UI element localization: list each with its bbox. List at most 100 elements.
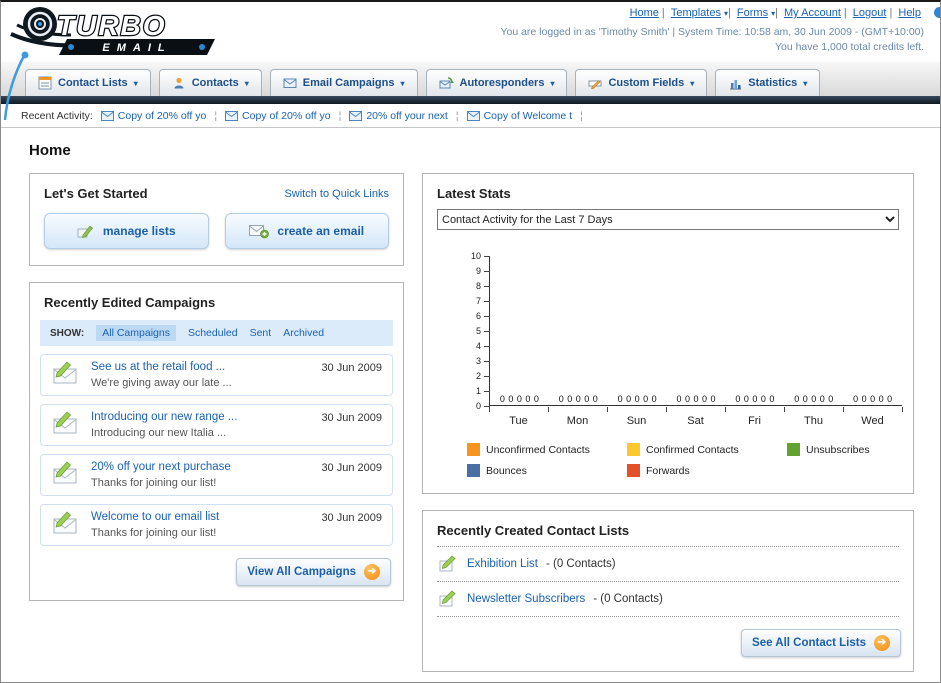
chevron-down-icon: ▾ [690, 78, 695, 88]
envelope-icon [100, 110, 114, 121]
show-label: SHOW: [50, 327, 85, 339]
stats-title: Latest Stats [437, 186, 511, 201]
filter-sent[interactable]: Sent [250, 327, 272, 339]
legend-swatch [627, 464, 640, 477]
campaign-title-link[interactable]: See us at the retail food ... [91, 361, 311, 373]
chart-value-labels: 0 0 0 0 0 [617, 394, 657, 404]
legend-item-unconfirmed: Unconfirmed Contacts [467, 443, 627, 456]
campaign-subtitle: Thanks for joining our list! [91, 477, 217, 489]
contact-list-count: - (0 Contacts) [545, 558, 616, 570]
chart-y-tick-label: 0 [475, 401, 481, 411]
get-started-panel: Let's Get Started Switch to Quick Links … [29, 173, 404, 266]
legend-label: Bounces [486, 464, 527, 477]
login-status-text: You are logged in as 'Timothy Smith' | S… [500, 26, 924, 38]
right-column: Latest Stats Contact Activity for the La… [422, 173, 914, 682]
filter-all-campaigns[interactable]: All Campaigns [96, 325, 176, 341]
campaign-title-link[interactable]: Introducing our new range ... [91, 411, 311, 423]
legend-swatch [467, 443, 480, 456]
filter-archived[interactable]: Archived [283, 327, 324, 339]
page: TURBO EMAIL Home | Templates ▾| Forms ▾| My… [0, 0, 941, 683]
campaign-title-link[interactable]: 20% off your next purchase [91, 461, 311, 473]
chart-x-tick-label: Wed [861, 415, 884, 427]
tab-email-campaigns[interactable]: Email Campaigns ▾ [269, 69, 418, 96]
contact-lists-icon [38, 76, 52, 90]
chevron-down-icon: ▾ [400, 78, 405, 88]
chart-x-tick-label: Tue [509, 415, 528, 427]
legend-item-confirmed: Confirmed Contacts [627, 443, 787, 456]
chevron-down-icon: ▾ [133, 78, 138, 88]
legend-label: Confirmed Contacts [646, 443, 739, 456]
logout-link[interactable]: Logout [853, 7, 887, 19]
stats-panel: Latest Stats Contact Activity for the La… [422, 173, 914, 494]
turbo-email-logo-graphic: TURBO EMAIL [10, 7, 215, 55]
chart-y-tick-label: 4 [475, 341, 481, 351]
envelope-plus-icon [249, 225, 270, 239]
recent-activity-link[interactable]: Copy of Welcome t [484, 110, 573, 122]
campaign-row: 20% off your next purchase Thanks for jo… [40, 454, 393, 496]
see-all-contact-lists-button[interactable]: See All Contact Lists ➔ [741, 629, 901, 657]
tab-contacts[interactable]: Contacts ▾ [158, 69, 262, 96]
campaign-subtitle: Thanks for joining our list! [91, 527, 217, 539]
templates-dropdown-link[interactable]: Templates [671, 7, 721, 19]
chart-y-tick-label: 9 [475, 266, 481, 276]
campaign-row: See us at the retail food ... We're givi… [40, 354, 393, 396]
chart-x-tick-label: Sat [687, 415, 704, 427]
contact-list-item: Newsletter Subscribers - (0 Contacts) [437, 582, 899, 617]
chart-y-tick-label: 5 [475, 326, 481, 336]
manage-lists-button[interactable]: manage lists [44, 213, 209, 249]
view-all-campaigns-button[interactable]: View All Campaigns ➔ [236, 558, 391, 586]
main-nav-tabs: Contact Lists ▾ Contacts ▾ Email Campaig… [1, 62, 940, 96]
chart-y-tick-label: 8 [475, 281, 481, 291]
switch-quick-links-link[interactable]: Switch to Quick Links [284, 188, 389, 200]
tab-autoresponders[interactable]: Autoresponders ▾ [425, 69, 568, 96]
recent-activity-item: Copy of 20% off yo [100, 110, 207, 122]
custom-fields-icon [588, 80, 602, 90]
nav-link-home[interactable]: Home [630, 7, 659, 19]
campaign-edit-icon [53, 411, 77, 434]
tab-label: Email Campaigns [302, 77, 395, 89]
nav-separator: | [775, 7, 778, 19]
chart-legend: Unconfirmed Contacts Confirmed Contacts … [423, 429, 913, 493]
chart-plot: 0 0 0 0 0 0 0 0 0 0 0 0 0 0 0 0 0 0 0 0 0 0 … [484, 256, 902, 407]
recent-activity-link[interactable]: Copy of 20% off yo [242, 110, 331, 122]
nav-separator: | [843, 7, 847, 19]
legend-item-unsubscribes: Unsubscribes [787, 443, 913, 456]
help-link[interactable]: Help [898, 7, 921, 19]
chart-value-labels: 0 0 0 0 0 [499, 394, 539, 404]
chart-y-tick-label: 10 [470, 251, 481, 261]
legend-swatch [787, 443, 800, 456]
view-all-campaigns-label: View All Campaigns [247, 566, 356, 578]
credits-text: You have 1,000 total credits left. [774, 41, 924, 53]
campaigns-filter-bar: SHOW: All Campaigns Scheduled Sent Archi… [40, 320, 393, 346]
activity-separator: ¦ [580, 109, 583, 122]
pencil-paper-icon [77, 225, 93, 238]
nav-divider-bar [1, 96, 940, 104]
left-column: Let's Get Started Switch to Quick Links … [29, 173, 404, 617]
recent-activity-item: Copy of 20% off yo [225, 110, 331, 122]
recent-activity-item: 20% off your next [349, 110, 448, 122]
forms-dropdown-link[interactable]: Forms [737, 7, 768, 19]
tab-custom-fields[interactable]: Custom Fields ▾ [575, 69, 708, 96]
campaign-edit-icon [53, 511, 77, 534]
recent-activity-item: Copy of Welcome t [466, 110, 573, 122]
stats-period-select[interactable]: Contact Activity for the Last 7 Days [437, 209, 899, 230]
create-email-button[interactable]: create an email [224, 213, 389, 249]
contact-list-link[interactable]: Exhibition List [467, 558, 538, 570]
campaign-title-link[interactable]: Welcome to our email list [91, 511, 311, 523]
email-campaigns-icon [283, 78, 297, 88]
logo-text-turbo: TURBO [57, 10, 167, 41]
chart-y-tick-label: 1 [475, 386, 481, 396]
recent-activity-bar: Recent Activity: Copy of 20% off yo ¦ Co… [1, 104, 940, 128]
my-account-link[interactable]: My Account [784, 7, 841, 19]
legend-item-bounces: Bounces [467, 464, 627, 477]
chart-value-labels: 0 0 0 0 0 [735, 394, 775, 404]
filter-scheduled[interactable]: Scheduled [188, 327, 238, 339]
legend-swatch [467, 464, 480, 477]
chart-value-labels: 0 0 0 0 0 [558, 394, 598, 404]
recent-activity-link[interactable]: 20% off your next [366, 110, 448, 122]
chevron-down-icon: ▾ [244, 78, 249, 88]
contact-list-link[interactable]: Newsletter Subscribers [467, 593, 585, 605]
tab-statistics[interactable]: Statistics ▾ [715, 69, 821, 96]
recent-activity-link[interactable]: Copy of 20% off yo [118, 110, 207, 122]
tab-contact-lists[interactable]: Contact Lists ▾ [25, 69, 151, 96]
